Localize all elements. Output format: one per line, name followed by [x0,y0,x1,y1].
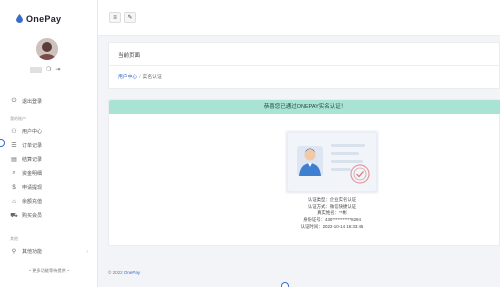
app-logo[interactable]: OnePay [0,0,97,26]
sidebar-section-other: 其他 [10,236,18,241]
top-bar: ≡ ✎ [98,0,500,36]
avatar-image [36,38,58,60]
verification-details: 认证类型：企业实名认证 认证方式：微信快捷认证 真实姓名：**彬 身份证号：43… [259,197,405,231]
dollar-icon: $ [12,184,16,191]
verify-time: 认证时间：2022-10-14 16:33:45 [300,223,364,229]
sidebar-item-label: 购买会员 [22,213,43,219]
search-money-icon: ⌕ [12,170,16,176]
verify-id-number: 身份证号：430***********8294 [303,217,361,223]
theme-brush-button[interactable]: ✎ [124,12,136,23]
verification-card: 恭喜您已通过ONEPAY实名认证！ 认证类型：企业实名认证 认证方式：微信快捷认… [108,99,500,246]
list-icon: ☰ [11,143,17,149]
username-placeholder [30,67,42,73]
sidebar-item-label: 用户中心 [22,129,43,135]
sidebar-item-recharge[interactable]: ⌂ 余额充值 [0,195,98,208]
footer: © 2022 OnePay [108,270,140,275]
divider [109,65,500,66]
success-banner: 恭喜您已通过ONEPAY实名认证！ [109,100,500,114]
sidebar-item-label: 退出登录 [22,99,43,105]
chevron-right-icon: › [86,248,88,255]
sidebar-item-other[interactable]: ⚲ 其他功能 › [0,245,98,258]
sidebar-item-label: 其他功能 [22,249,43,255]
footer-brand-link[interactable]: OnePay [124,270,140,275]
link-icon: ⚲ [11,249,17,255]
sidebar-item-orders[interactable]: ☰ 订单记录 [0,139,98,152]
breadcrumb-parent-link[interactable]: 用户中心 [118,75,137,80]
sidebar-item-label: 余额充值 [22,199,43,205]
user-icon: ⚇ [11,129,17,135]
bank-icon: ⌂ [12,198,16,205]
sidebar-item-label: 资金明细 [22,171,43,177]
water-drop-icon [16,14,23,23]
sidebar-section-account: 我的账户 [10,116,26,121]
circle-marker [281,282,289,287]
logo-text: OnePay [26,13,62,24]
breadcrumb-current: 实名认证 [142,75,162,80]
sidebar: OnePay ❍ ⇥ ⏻ 退出登录 我的账户 ⚇ 用户中心 ☰ 订单记录 ▤ 结… [0,0,98,287]
user-row: ❍ ⇥ [30,67,60,73]
sidebar-item-logout[interactable]: ⏻ 退出登录 [0,95,98,108]
sidebar-item-settlements[interactable]: ▤ 结算记录 [0,153,98,166]
cart-icon: ⛟ [10,212,18,219]
record-icon: ▤ [11,157,17,163]
sidebar-item-membership[interactable]: ⛟ 购买会员 [0,209,98,222]
sidebar-item-label: 结算记录 [22,157,43,163]
sidebar-item-label: 申请提现 [22,185,43,191]
id-card-illustration [285,130,379,194]
sidebar-item-withdraw[interactable]: $ 申请提现 [0,181,98,194]
breadcrumb-separator: / [139,75,141,80]
sidebar-item-funds[interactable]: ⌕ 资金明细 [0,167,98,180]
verify-type: 认证类型：企业实名认证 [307,197,357,202]
id-card-icon [286,131,378,193]
wallet-icon[interactable]: ❍ [46,67,51,73]
breadcrumb: 用户中心 / 实名认证 [118,73,162,80]
copyright: © 2022 [108,270,123,275]
more-features-note: ~ 更多功能等待提供 ~ [28,268,70,273]
logout-icon: ⏻ [11,98,17,104]
sidebar-item-user-center[interactable]: ⚇ 用户中心 [0,125,98,138]
breadcrumb-card: 当前页面 用户中心 / 实名认证 [108,42,500,89]
menu-toggle-button[interactable]: ≡ [109,12,121,23]
avatar[interactable] [36,38,58,60]
page-title: 当前页面 [118,53,141,59]
sidebar-item-label: 订单记录 [22,143,43,149]
logout-mini-icon[interactable]: ⇥ [55,67,60,73]
